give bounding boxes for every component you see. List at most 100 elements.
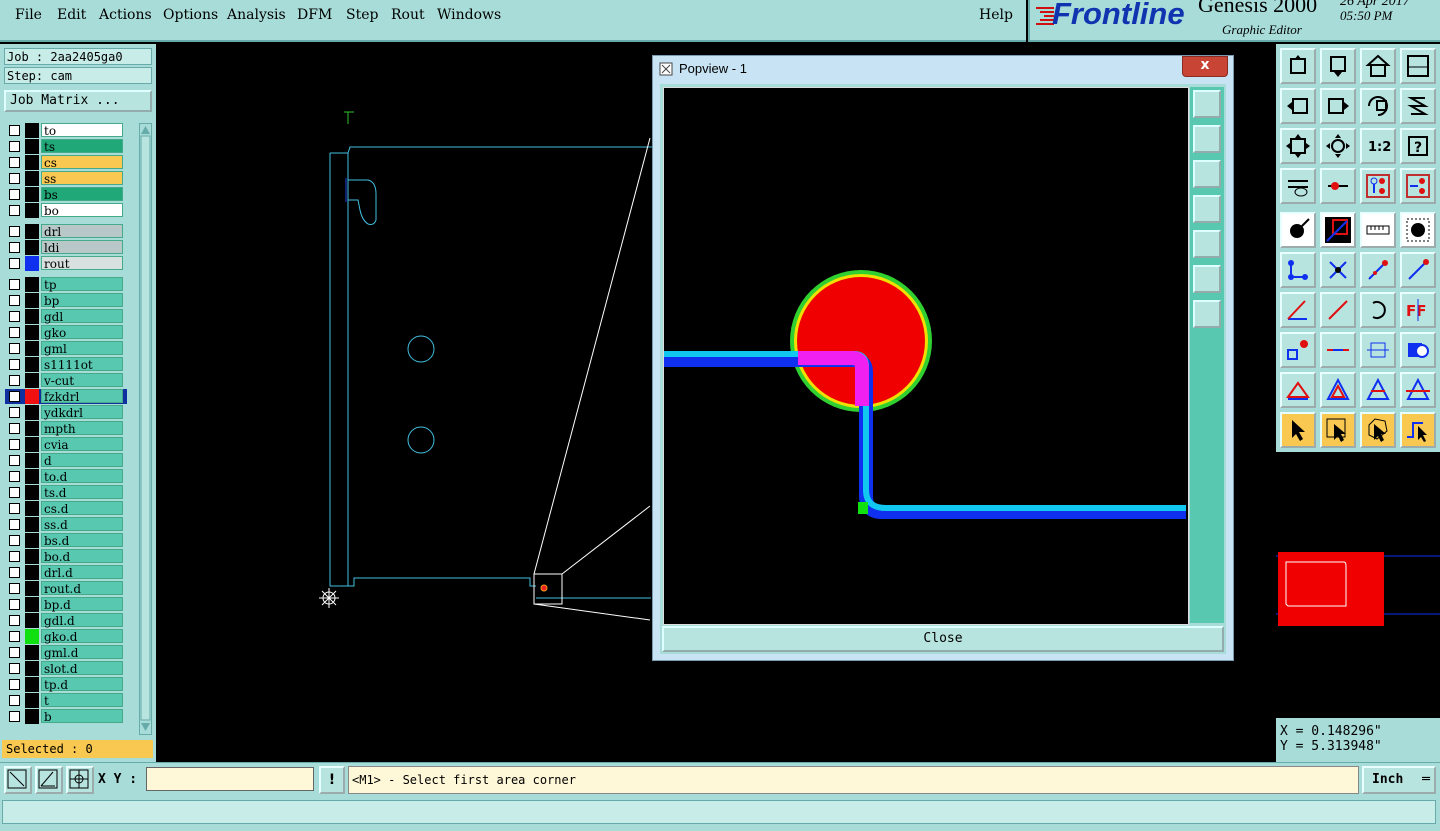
zoom-fit-icon[interactable] (1280, 128, 1316, 164)
layer-color-chip[interactable] (25, 613, 39, 628)
layer-color-chip[interactable] (25, 693, 39, 708)
layer-checkbox[interactable] (9, 407, 20, 418)
layer-color-chip[interactable] (25, 661, 39, 676)
pv-zoom-fit-icon[interactable] (1193, 300, 1221, 328)
angle-snap-icon[interactable] (35, 766, 63, 794)
layer-row[interactable]: cs.d (5, 501, 127, 516)
layer-name[interactable]: ts (41, 139, 123, 154)
job-matrix-button[interactable]: Job Matrix ... (4, 90, 152, 112)
layer-compare-alt-icon[interactable] (1400, 168, 1436, 204)
layer-checkbox[interactable] (9, 391, 20, 402)
layer-row[interactable]: bp (5, 293, 127, 308)
layer-checkbox[interactable] (9, 647, 20, 658)
layer-row[interactable]: bs.d (5, 533, 127, 548)
layer-name[interactable]: gml.d (41, 645, 123, 660)
layer-row[interactable]: ss.d (5, 517, 127, 532)
ruler-icon[interactable] (1360, 212, 1396, 248)
menu-rout[interactable]: Rout (391, 7, 425, 23)
layer-color-chip[interactable] (25, 421, 39, 436)
connect-nodes-icon[interactable] (1280, 252, 1316, 288)
layer-color-chip[interactable] (25, 139, 39, 154)
layer-checkbox[interactable] (9, 695, 20, 706)
settings-palette-icon[interactable] (1280, 168, 1316, 204)
layer-color-chip[interactable] (25, 256, 39, 271)
layer-row[interactable]: to.d (5, 469, 127, 484)
zoom-center-icon[interactable] (1320, 128, 1356, 164)
menu-dfm[interactable]: DFM (297, 7, 332, 23)
layer-name[interactable]: to.d (41, 469, 123, 484)
layer-name[interactable]: gko.d (41, 629, 123, 644)
layer-row[interactable]: t (5, 693, 127, 708)
zoom-home-icon[interactable] (1280, 48, 1316, 84)
layer-checkbox[interactable] (9, 551, 20, 562)
layer-compare-icon[interactable] (1360, 168, 1396, 204)
layer-color-chip[interactable] (25, 581, 39, 596)
layer-row[interactable]: rout.d (5, 581, 127, 596)
layer-row[interactable]: gdl.d (5, 613, 127, 628)
layer-color-chip[interactable] (25, 203, 39, 218)
layer-checkbox[interactable] (9, 487, 20, 498)
layer-checkbox[interactable] (9, 599, 20, 610)
angle-icon[interactable] (1280, 292, 1316, 328)
layer-name[interactable]: fzkdrl (41, 389, 123, 404)
layer-checkbox[interactable] (9, 125, 20, 136)
popview-close-button[interactable]: Close (662, 626, 1224, 652)
layer-checkbox[interactable] (9, 503, 20, 514)
layer-name[interactable]: ldi (41, 240, 123, 255)
layer-row[interactable]: bp.d (5, 597, 127, 612)
layer-row[interactable]: bo.d (5, 549, 127, 564)
layer-row[interactable]: bs (5, 187, 127, 202)
layer-name[interactable]: ydkdrl (41, 405, 123, 420)
layer-checkbox[interactable] (9, 226, 20, 237)
layer-name[interactable]: cs.d (41, 501, 123, 516)
layer-name[interactable]: gko (41, 325, 123, 340)
layer-color-chip[interactable] (25, 341, 39, 356)
layer-color-chip[interactable] (25, 485, 39, 500)
rotate-icon[interactable] (1360, 292, 1396, 328)
layer-row[interactable]: fzkdrl (5, 389, 127, 404)
layer-checkbox[interactable] (9, 359, 20, 370)
layer-name[interactable]: bo (41, 203, 123, 218)
menu-step[interactable]: Step (346, 7, 378, 23)
pad-add-icon[interactable] (1280, 212, 1316, 248)
layer-name[interactable]: slot.d (41, 661, 123, 676)
layer-row[interactable]: drl (5, 224, 127, 239)
layer-color-chip[interactable] (25, 549, 39, 564)
layer-name[interactable]: s1111ot (41, 357, 123, 372)
layer-checkbox[interactable] (9, 567, 20, 578)
measure-point-icon[interactable] (1320, 168, 1356, 204)
layer-checkbox[interactable] (9, 258, 20, 269)
menu-file[interactable]: File (15, 7, 42, 23)
layer-color-chip[interactable] (25, 309, 39, 324)
layer-name[interactable]: cvia (41, 437, 123, 452)
layer-name[interactable]: bp (41, 293, 123, 308)
units-selector[interactable]: Inch ═ (1362, 766, 1436, 794)
horizontal-line-icon[interactable] (1320, 332, 1356, 368)
layer-color-chip[interactable] (25, 277, 39, 292)
triangle-tool-icon[interactable] (1280, 372, 1316, 408)
layer-row[interactable]: gko.d (5, 629, 127, 644)
layer-name[interactable]: gdl (41, 309, 123, 324)
layer-row[interactable]: gdl (5, 309, 127, 324)
layer-checkbox[interactable] (9, 189, 20, 200)
layer-name[interactable]: tp (41, 277, 123, 292)
layer-row[interactable]: tp.d (5, 677, 127, 692)
layer-checkbox[interactable] (9, 157, 20, 168)
line-endpoint-icon[interactable] (1360, 252, 1396, 288)
layer-name[interactable]: bp.d (41, 597, 123, 612)
layer-name[interactable]: tp.d (41, 677, 123, 692)
select-pointer-icon[interactable] (1280, 412, 1316, 448)
pan-left-icon[interactable] (1280, 88, 1316, 124)
layer-color-chip[interactable] (25, 155, 39, 170)
layer-row[interactable]: bo (5, 203, 127, 218)
layer-row[interactable]: gml.d (5, 645, 127, 660)
layer-color-chip[interactable] (25, 709, 39, 724)
layer-checkbox[interactable] (9, 141, 20, 152)
pv-zoom-icon[interactable] (1193, 90, 1221, 118)
layer-color-chip[interactable] (25, 597, 39, 612)
layer-checkbox[interactable] (9, 679, 20, 690)
line-add-icon[interactable] (1320, 212, 1356, 248)
layer-row[interactable]: s1111ot (5, 357, 127, 372)
menu-analysis[interactable]: Analysis (227, 7, 286, 23)
layer-name[interactable]: ts.d (41, 485, 123, 500)
